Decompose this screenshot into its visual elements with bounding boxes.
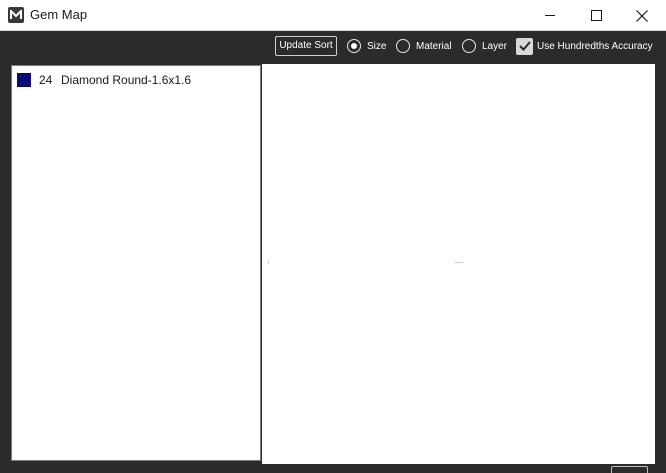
sort-layer-radio[interactable]: Layer xyxy=(462,38,507,54)
radio-unselected-icon xyxy=(396,39,410,53)
hundredths-accuracy-checkbox[interactable]: Use Hundredths Accuracy xyxy=(516,37,653,55)
map-marker xyxy=(455,262,463,263)
maximize-button[interactable] xyxy=(573,0,619,31)
close-icon xyxy=(636,9,648,22)
map-marker xyxy=(268,260,269,264)
sort-size-radio[interactable]: Size xyxy=(347,38,386,54)
hundredths-accuracy-label: Use Hundredths Accuracy xyxy=(537,40,653,52)
minimize-button[interactable] xyxy=(527,0,573,31)
title-bar: Gem Map xyxy=(0,0,666,31)
gem-name: Diamond Round-1.6x1.6 xyxy=(61,73,192,87)
color-swatch xyxy=(17,73,31,87)
toolbar: Update Sort Size Material Layer Use Hund… xyxy=(0,31,666,61)
sort-material-radio[interactable]: Material xyxy=(396,38,452,54)
gem-count: 24 xyxy=(39,73,53,87)
list-item[interactable]: 24 Diamond Round-1.6x1.6 xyxy=(17,72,191,88)
radio-unselected-icon xyxy=(462,39,476,53)
window-title: Gem Map xyxy=(30,7,88,22)
checkmark-icon xyxy=(516,37,533,55)
sort-layer-label: Layer xyxy=(482,40,508,52)
bottom-button[interactable] xyxy=(611,466,648,473)
sort-material-label: Material xyxy=(416,40,452,52)
sort-size-label: Size xyxy=(367,40,387,52)
minimize-icon xyxy=(544,15,555,16)
close-button[interactable] xyxy=(619,0,665,31)
update-sort-button[interactable]: Update Sort xyxy=(275,36,337,56)
gem-list-panel[interactable]: 24 Diamond Round-1.6x1.6 xyxy=(11,65,261,461)
radio-selected-icon xyxy=(347,39,361,53)
app-logo-icon xyxy=(8,7,24,23)
maximize-icon xyxy=(590,10,602,21)
gem-map-canvas[interactable] xyxy=(262,64,655,464)
